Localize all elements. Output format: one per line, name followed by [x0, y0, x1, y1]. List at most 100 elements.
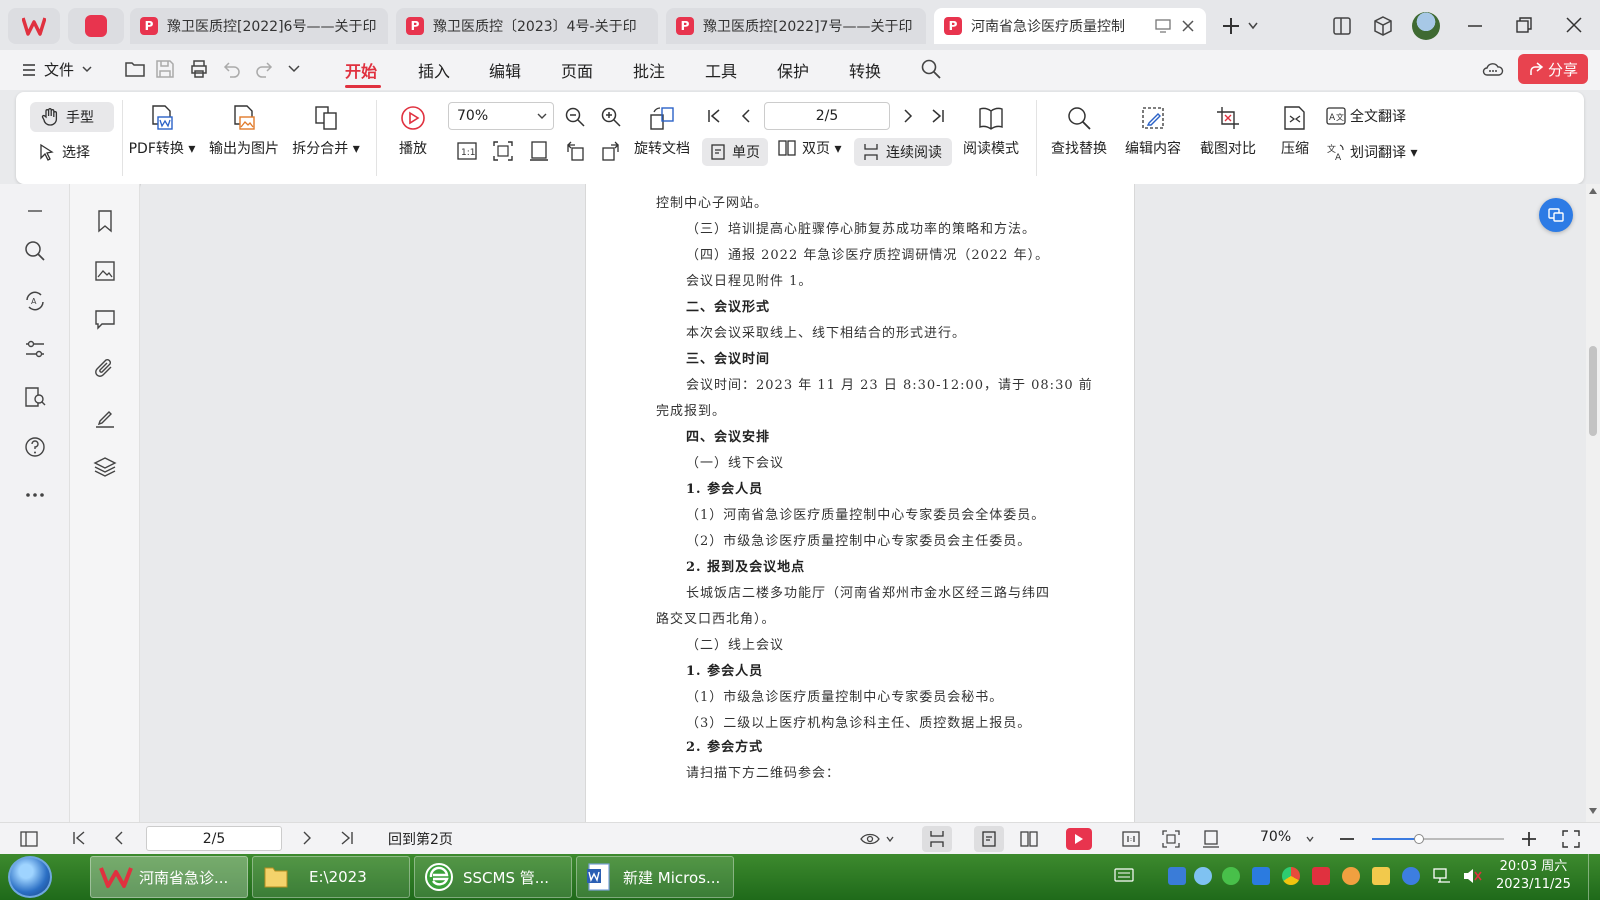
- volume-muted-icon[interactable]: [1462, 867, 1482, 885]
- avatar[interactable]: [1412, 12, 1440, 40]
- menu-tab-edit[interactable]: 编辑: [489, 58, 521, 82]
- share-button[interactable]: 分享: [1518, 54, 1588, 84]
- tray-icon-shield[interactable]: [1372, 867, 1390, 885]
- ai-convert-icon[interactable]: A: [22, 288, 48, 314]
- split-merge-button[interactable]: 拆分合并 ▾: [286, 104, 366, 158]
- actual-size-icon[interactable]: 1:1: [456, 140, 478, 162]
- screenshot-compare-button[interactable]: 截图对比: [1192, 104, 1264, 158]
- goto-page-link[interactable]: 回到第2页: [388, 829, 453, 849]
- more-icon[interactable]: [22, 482, 48, 508]
- double-view-icon[interactable]: [1020, 830, 1038, 848]
- taskbar-item-word[interactable]: 新建 Micros...: [576, 856, 734, 898]
- status-zoom-value[interactable]: 70%: [1260, 829, 1291, 845]
- zoom-slider-thumb[interactable]: [1414, 834, 1424, 844]
- eye-icon[interactable]: [860, 831, 880, 847]
- undo-icon[interactable]: [222, 59, 242, 79]
- single-view-button[interactable]: [974, 826, 1004, 852]
- pdf-convert-button[interactable]: PDF转换 ▾: [122, 104, 202, 158]
- tab-doc-4-active[interactable]: P 河南省急诊医疗质量控制: [934, 8, 1206, 44]
- fit-width-icon[interactable]: [528, 140, 550, 162]
- continuous-read-button[interactable]: 连续阅读: [854, 138, 952, 166]
- tab-doc-2[interactable]: P 豫卫医质控〔2023〕4号-关于印: [396, 8, 658, 44]
- zoom-out-icon[interactable]: [564, 106, 586, 128]
- network-icon[interactable]: [1432, 867, 1452, 885]
- file-menu[interactable]: 文件: [22, 59, 92, 80]
- compress-button[interactable]: 压缩: [1270, 104, 1320, 158]
- last-page-icon[interactable]: [340, 831, 354, 845]
- tab-list-chevron-icon[interactable]: [1248, 22, 1258, 30]
- tab-doc-1[interactable]: P 豫卫医质控[2022]6号——关于印: [130, 8, 388, 44]
- prev-page-icon[interactable]: [738, 108, 754, 124]
- tray-icon-arrow[interactable]: [1168, 867, 1186, 885]
- continuous-view-button[interactable]: [922, 826, 952, 852]
- rotate-right-icon[interactable]: [600, 140, 622, 162]
- fit-width-icon[interactable]: [1202, 830, 1220, 848]
- open-folder-icon[interactable]: [124, 58, 146, 80]
- tray-icon-sphere[interactable]: [1342, 867, 1360, 885]
- cloud-chat-icon[interactable]: [1482, 58, 1504, 80]
- tray-icon-app[interactable]: [1312, 867, 1330, 885]
- tab-doc-3[interactable]: P 豫卫医质控[2022]7号——关于印: [666, 8, 926, 44]
- wps-logo-button[interactable]: [8, 8, 60, 44]
- full-translate-button[interactable]: A文 全文翻译: [1326, 106, 1406, 126]
- cube-icon[interactable]: [1372, 15, 1394, 37]
- restore-icon[interactable]: [1516, 17, 1532, 33]
- save-icon[interactable]: [154, 58, 176, 80]
- scroll-up-icon[interactable]: [1589, 188, 1597, 194]
- adjust-sliders-icon[interactable]: [22, 336, 48, 362]
- chevron-down-icon[interactable]: [886, 836, 894, 842]
- panel-toggle-icon[interactable]: [20, 830, 38, 848]
- first-page-icon[interactable]: [72, 831, 86, 845]
- tray-icon-network-app[interactable]: [1402, 867, 1420, 885]
- find-replace-button[interactable]: 查找替换: [1044, 104, 1114, 158]
- pdf-app-button[interactable]: [68, 8, 124, 44]
- hand-tool-button[interactable]: 手型: [30, 102, 114, 132]
- menu-tab-protect[interactable]: 保护: [777, 58, 809, 82]
- fit-page-icon[interactable]: [492, 140, 514, 162]
- document-canvas[interactable]: 控制中心子网站。 （三）培训提高心脏骤停心肺复苏成功率的策略和方法。 （四）通报…: [141, 184, 1586, 822]
- taskbar-item-explorer[interactable]: E:\2023: [252, 856, 410, 898]
- signature-pen-icon[interactable]: [92, 404, 118, 430]
- taskbar-item-browser[interactable]: SSCMS 管...: [414, 856, 572, 898]
- export-image-button[interactable]: 输出为图片: [204, 104, 284, 158]
- menu-tab-annotate[interactable]: 批注: [633, 58, 665, 82]
- print-icon[interactable]: [188, 58, 210, 80]
- menu-tab-page[interactable]: 页面: [561, 58, 593, 82]
- edit-content-button[interactable]: 编辑内容: [1116, 104, 1190, 158]
- select-tool-button[interactable]: 选择: [38, 142, 90, 162]
- page-number-input[interactable]: 2/5: [764, 102, 890, 130]
- word-translate-button[interactable]: 文A 划词翻译 ▾: [1326, 142, 1417, 162]
- slideshow-button[interactable]: [1066, 828, 1092, 850]
- fit-page-icon[interactable]: [1162, 830, 1180, 848]
- layers-icon[interactable]: [92, 454, 118, 480]
- tray-icon-chrome[interactable]: [1282, 867, 1300, 885]
- menu-tab-home[interactable]: 开始: [345, 58, 377, 82]
- minimize-icon[interactable]: [1468, 25, 1482, 27]
- sidebar-toggle-icon[interactable]: [1332, 16, 1352, 36]
- zoom-select[interactable]: 70%: [448, 102, 554, 130]
- zoom-out-minus-icon[interactable]: [1340, 838, 1354, 840]
- fullscreen-icon[interactable]: [1562, 830, 1580, 848]
- tray-icon-bluetooth[interactable]: [1252, 867, 1270, 885]
- scroll-down-icon[interactable]: [1589, 808, 1597, 814]
- close-window-icon[interactable]: [1566, 17, 1582, 33]
- vertical-scrollbar[interactable]: [1586, 184, 1600, 822]
- last-page-icon[interactable]: [930, 108, 946, 124]
- show-desktop-button[interactable]: [1588, 854, 1600, 900]
- new-tab-icon[interactable]: [1222, 17, 1240, 35]
- play-button[interactable]: 播放: [388, 104, 438, 158]
- read-mode-button[interactable]: 阅读模式: [958, 104, 1024, 158]
- zoom-in-icon[interactable]: [600, 106, 622, 128]
- status-page-input[interactable]: 2/5: [146, 826, 282, 851]
- thumbnail-image-icon[interactable]: [92, 258, 118, 284]
- attachment-icon[interactable]: [92, 356, 118, 382]
- floating-translate-button[interactable]: [1539, 198, 1573, 232]
- double-page-button[interactable]: 双页 ▾: [778, 138, 841, 158]
- close-tab-icon[interactable]: [1181, 19, 1195, 33]
- more-chevron-icon[interactable]: [288, 65, 300, 73]
- taskbar-clock[interactable]: 20:03 周六 2023/11/25: [1496, 858, 1571, 894]
- chevron-down-icon[interactable]: [1306, 836, 1314, 842]
- scroll-thumb[interactable]: [1589, 346, 1597, 436]
- start-button[interactable]: [8, 856, 52, 898]
- zoom-in-plus-icon[interactable]: [1522, 832, 1536, 846]
